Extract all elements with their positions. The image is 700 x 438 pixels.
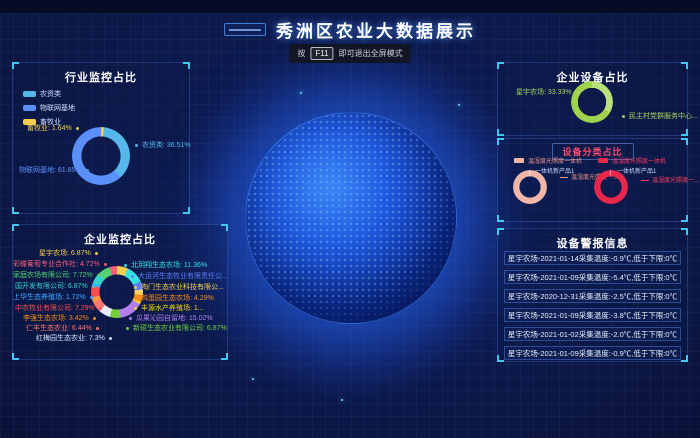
legend-label: 物联网基地 (40, 103, 75, 113)
pie-label: 李强生态农场: 3.42% (23, 314, 96, 323)
panel-enterprise-monitor: 企业监控占比 星宇农场: 6.87% 彩蝶葡萄专业合作社: 4.72% 家庭农场… (12, 224, 228, 360)
pie-label: 中农牧业有限公司: 7.29% (15, 304, 102, 313)
pie-label: 星宇农场: 6.87% (39, 249, 98, 258)
particle-dot (458, 104, 460, 106)
pie-label: 畜牧业: 1.64% (27, 124, 79, 133)
pie-label: 丰源水产养殖场: 1... (134, 304, 204, 313)
panel-title: 设备警报信息 (498, 235, 687, 251)
industry-donut-chart[interactable] (72, 127, 130, 185)
panel-corner (497, 62, 504, 69)
legend-item: 农资类 (23, 89, 75, 99)
pie-label: 家庭农场有限公司: 7.72% (13, 271, 100, 280)
pie-label: 大运河生态牧业有限责任公... (131, 272, 228, 281)
panel-enterprise-device: 企业设备占比 星宇农场: 33.33% 民主村党群服务中心... (497, 62, 688, 136)
panel-device-alarms: 设备警报信息 星宇农场-2021-01-14采集温度:-0.9℃,低于下限:0℃… (497, 228, 688, 362)
alarm-row: 星宇农场-2021-01-09采集温度:-3.8℃,低于下限:0℃ (504, 308, 681, 322)
legend-swatch (23, 105, 36, 111)
pie-label: 物联网基地: 61.85% (19, 166, 89, 175)
alarm-list: 星宇农场-2021-01-14采集温度:-0.9℃,低于下限:0℃ 星宇农场-2… (504, 251, 681, 365)
category-donut-chart-1[interactable] (513, 170, 547, 204)
legend-label: 温湿度光照度一体机 (612, 156, 666, 165)
particle-dot (300, 92, 302, 94)
pie-label: 陶门生态农业科技有限公... (134, 283, 224, 292)
pie-label: 红梅园生态农业: 7.3% (36, 334, 112, 343)
hint-prefix: 按 (297, 48, 305, 59)
panel-title: 行业监控占比 (13, 69, 189, 85)
pie-label: 农资类: 36.51% (135, 141, 191, 150)
top-strip (0, 0, 700, 13)
pie-label: 彩蝶葡萄专业合作社: 4.72% (13, 260, 107, 269)
panel-corner (497, 228, 504, 235)
pie-label: 仁丰生态农业: 6.44% (26, 324, 99, 333)
f11-key: F11 (310, 47, 333, 60)
pie-label: 上华生态养殖场: 1.72% (13, 293, 93, 302)
legend-swatch (23, 91, 36, 97)
panel-corner (497, 355, 504, 362)
legend-item: 物联网基地 (23, 103, 75, 113)
category-donut-chart-2[interactable] (594, 170, 628, 204)
panel-industry-monitor: 行业监控占比 农资类 物联网基地 畜牧业 畜牧业: 1.64% 农资类: 36.… (12, 62, 190, 214)
panel-corner (497, 215, 504, 222)
alarm-row: 星宇农场-2021-01-02采集温度:-2.0℃,低于下限:0℃ (504, 327, 681, 341)
panel-corner (12, 62, 19, 69)
hint-suffix: 即可退出全屏模式 (339, 48, 403, 59)
panel-corner (681, 138, 688, 145)
legend-swatch (598, 158, 608, 163)
page-title: 秀洲区农业大数据展示 (276, 17, 476, 42)
panel-corner (681, 355, 688, 362)
alarm-row: 星宇农场-2021-01-09采集温度:-5.4℃,低于下限:0℃ (504, 270, 681, 284)
pie-label: 瓜果沁园自留地: 15.02% (129, 314, 213, 323)
panel-device-category: 设备分类占比 温湿度光照度一体机 一体机新产品1 温湿度光照度一... 温湿度光… (497, 138, 688, 222)
particle-dot (341, 399, 343, 401)
panel-corner (681, 228, 688, 235)
panel-corner (12, 207, 19, 214)
legend-item: 温湿度光照度一体机 (514, 156, 582, 165)
pie-label: 新硕生态农业有限公司: 6.87% (126, 324, 227, 333)
legend-label: 农资类 (40, 89, 61, 99)
alarm-row: 星宇农场-2021-01-14采集温度:-0.9℃,低于下限:0℃ (504, 251, 681, 265)
panel-corner (497, 138, 504, 145)
fullscreen-hint: 按 F11 即可退出全屏模式 (289, 44, 410, 63)
panel-corner (12, 353, 19, 360)
legend-swatch (514, 158, 524, 163)
panel-corner (497, 129, 504, 136)
panel-corner (681, 129, 688, 136)
panel-corner (221, 353, 228, 360)
particle-dot (252, 378, 254, 380)
globe-visualization (245, 112, 457, 324)
panel-corner (681, 215, 688, 222)
pie-label: 星宇农场: 33.33% (516, 88, 579, 97)
panel-title: 企业监控占比 (13, 231, 227, 247)
pie-label: 北玥翔生态农场: 11.36% (124, 261, 207, 270)
dashboard-screen: 秀洲区农业大数据展示 按 F11 即可退出全屏模式 行业监控占比 农资类 物联网… (0, 0, 700, 438)
legend-label: 温湿度光照度一体机 (528, 156, 582, 165)
header: 秀洲区农业大数据展示 (0, 17, 700, 42)
panel-corner (221, 224, 228, 231)
alarm-row: 星宇农场-2021-01-09采集温度:-0.9℃,低于下限:0℃ (504, 346, 681, 360)
pie-label: 鸭蛋园生态农场: 4.29% (134, 294, 214, 303)
pie-label: 民主村党群服务中心... (622, 112, 698, 121)
header-logo (224, 23, 266, 36)
panel-corner (681, 62, 688, 69)
legend-item: 温湿度光照度一体机 (598, 156, 666, 165)
panel-corner (12, 224, 19, 231)
alarm-row: 星宇农场-2020-12-31采集温度:-2.5℃,低于下限:0℃ (504, 289, 681, 303)
panel-corner (183, 62, 190, 69)
pie-label: 国开发有限公司: 6.87% (15, 282, 95, 291)
pie-label: 温湿度光照度一... (641, 175, 699, 184)
panel-corner (183, 207, 190, 214)
